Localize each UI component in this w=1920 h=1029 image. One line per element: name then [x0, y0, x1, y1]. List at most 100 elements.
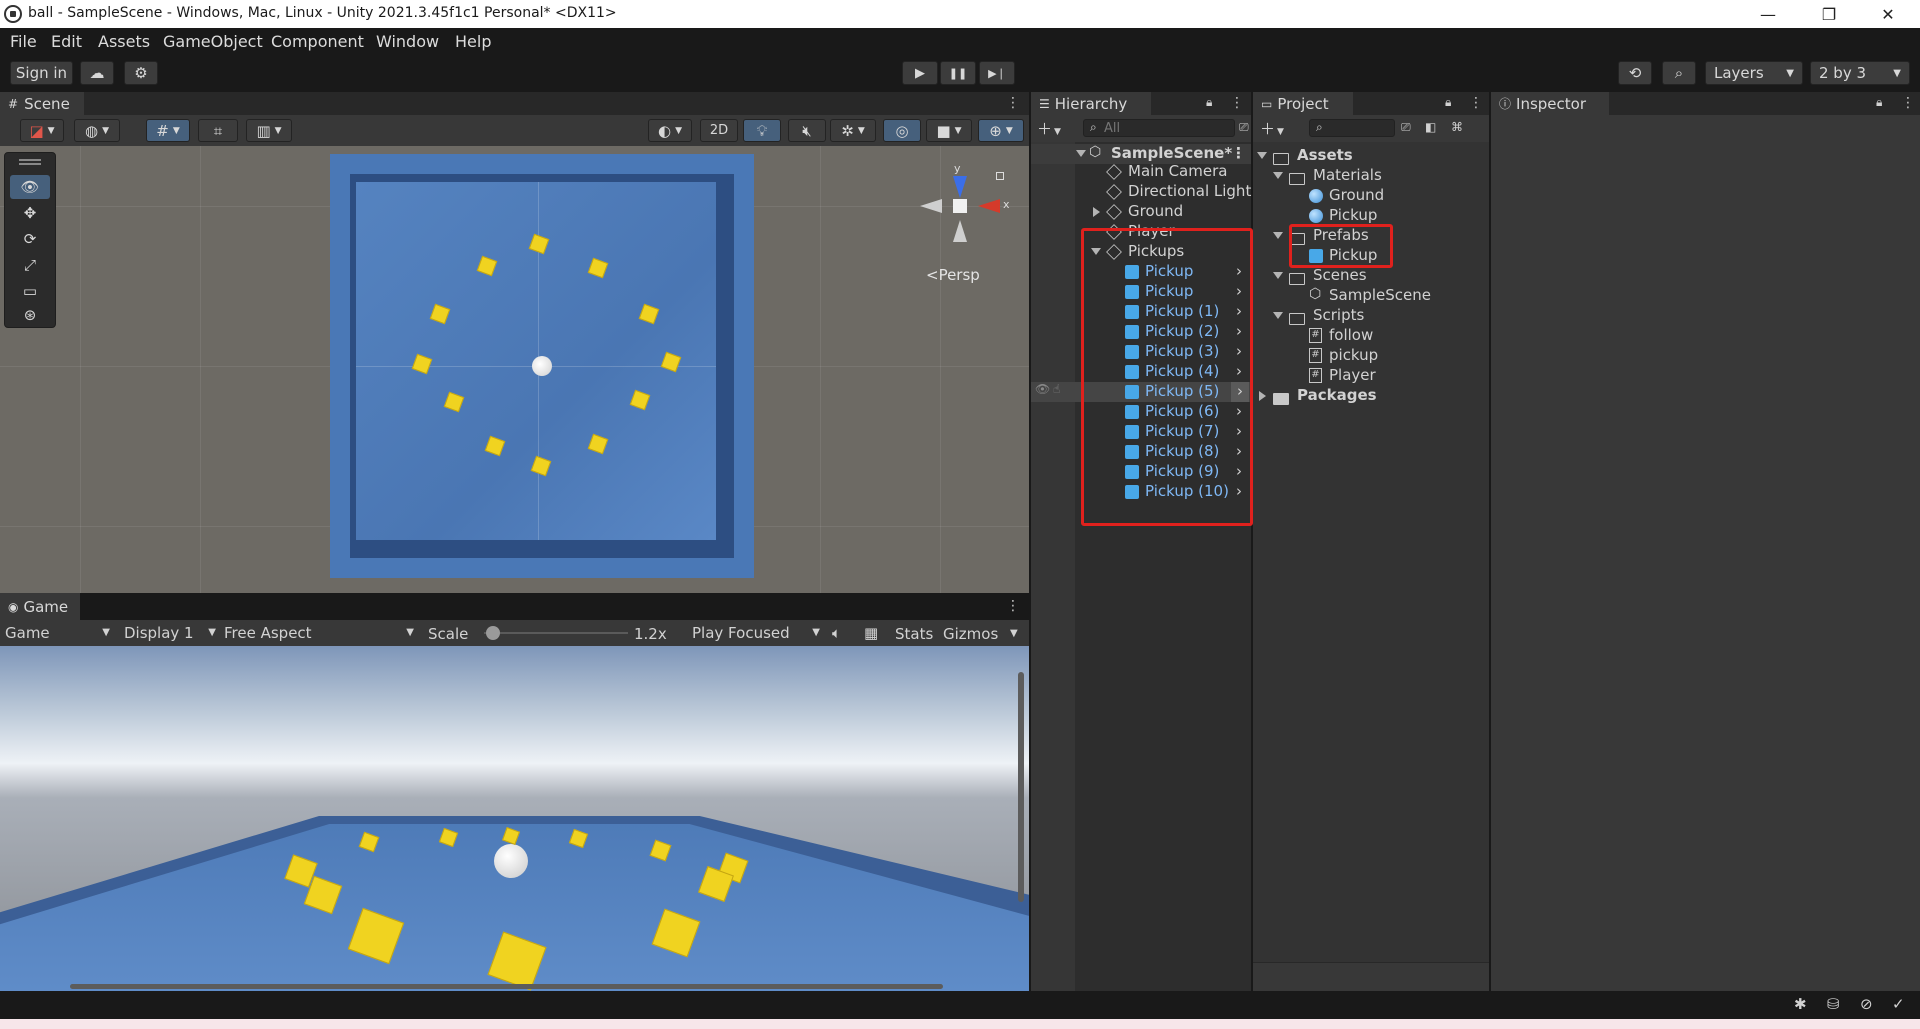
menu-assets[interactable]: Assets — [98, 32, 150, 51]
step-button[interactable]: ▶❘ — [979, 61, 1015, 85]
orientation-gizmo[interactable]: y x — [920, 162, 1020, 262]
minimize-button[interactable]: — — [1740, 0, 1796, 28]
script-item[interactable]: # pickup — [1253, 346, 1473, 366]
menu-help[interactable]: Help — [455, 32, 491, 51]
hidden-objects-toggle[interactable]: ◎ — [883, 119, 921, 142]
history-button[interactable]: ⟲ — [1618, 61, 1652, 85]
scene-row[interactable]: ⬡ SampleScene* ⋮ — [1031, 144, 1251, 164]
keyboard-button[interactable]: ▦ — [864, 624, 878, 642]
cache-icon[interactable]: ⛁ — [1827, 995, 1840, 1013]
effects-dropdown[interactable]: ✲ ▼ — [830, 119, 876, 142]
filter-label-icon[interactable]: ⌘ — [1451, 120, 1463, 134]
menu-edit[interactable]: Edit — [51, 32, 82, 51]
display-select[interactable]: Display 1 ▼ — [124, 624, 216, 644]
gizmo-neg-x-arrow[interactable] — [920, 199, 942, 213]
expand-icon[interactable] — [1093, 207, 1100, 217]
grid-visibility-dropdown[interactable]: ▥ ▼ — [246, 119, 292, 142]
create-button[interactable]: ＋ ▼ — [1037, 118, 1061, 139]
drag-handle-icon[interactable] — [19, 159, 41, 161]
view-tool-button[interactable]: 👁︎ — [10, 175, 50, 199]
pick-icon[interactable]: ☝︎ — [1053, 382, 1060, 396]
gizmo-neg-y-arrow[interactable] — [953, 220, 967, 242]
eye-icon[interactable]: 👁︎ — [1035, 382, 1050, 396]
move-tool-button[interactable]: ✥ — [10, 201, 50, 225]
2d-toggle[interactable]: 2D — [700, 119, 738, 142]
gizmo-y-arrow[interactable] — [953, 176, 967, 198]
check-icon[interactable]: ✓ — [1892, 995, 1905, 1013]
hierarchy-search-field[interactable]: ⌕ — [1083, 119, 1235, 137]
perspective-label[interactable]: <Persp — [926, 266, 980, 284]
folder-scripts[interactable]: Scripts — [1253, 306, 1473, 326]
expand-icon[interactable] — [1273, 172, 1283, 179]
layout-dropdown[interactable]: 2 by 3 ▼ — [1810, 61, 1910, 85]
folder-materials[interactable]: Materials — [1253, 166, 1473, 186]
menu-window[interactable]: Window — [376, 32, 439, 51]
scale-slider-thumb[interactable] — [485, 626, 500, 640]
global-dropdown[interactable]: ◍ ▼ — [74, 119, 120, 142]
expand-icon[interactable] — [1273, 312, 1283, 319]
search-options-icon[interactable]: ⎚ — [1239, 120, 1249, 135]
sign-in-button[interactable]: Sign in — [10, 61, 73, 85]
pause-button[interactable]: ❚❚ — [940, 61, 976, 85]
lighting-toggle[interactable]: 💡︎ — [743, 119, 781, 142]
inspector-menu-icon[interactable]: ⋮ — [1901, 95, 1915, 111]
expand-icon[interactable] — [1259, 391, 1266, 401]
hierarchy-item[interactable]: Main Camera — [1031, 162, 1251, 182]
layers-dropdown[interactable]: Layers ▼ — [1705, 61, 1803, 85]
gizmo-x-arrow[interactable] — [978, 199, 1000, 213]
expand-icon[interactable] — [1273, 232, 1283, 239]
audio-toggle[interactable]: 🔇︎ — [788, 119, 826, 142]
lock-icon[interactable] — [996, 172, 1004, 180]
scene-menu-icon[interactable]: ⋮ — [1231, 144, 1246, 162]
camera-dropdown[interactable]: ■ ▼ — [926, 119, 972, 142]
hierarchy-search-input[interactable] — [1104, 120, 1224, 136]
search-options-icon[interactable]: ⎚ — [1401, 120, 1411, 135]
game-viewport[interactable] — [0, 646, 1029, 991]
scale-tool-button[interactable]: ⤢ — [10, 253, 50, 277]
aspect-select[interactable]: Free Aspect ▼ — [224, 624, 414, 644]
cloud-button[interactable]: ☁ — [80, 61, 114, 85]
collab-button[interactable]: ⚙ — [124, 61, 158, 85]
hierarchy-item[interactable]: Directional Light — [1031, 182, 1251, 202]
play-focus-select[interactable]: Play Focused ▼ — [692, 624, 820, 644]
lock-icon[interactable]: 🔒︎ — [1876, 95, 1882, 110]
game-menu-icon[interactable]: ⋮ — [1006, 598, 1020, 614]
tab-inspector[interactable]: ⓘ Inspector — [1491, 92, 1609, 115]
audio-mute-button[interactable]: 🔈︎ — [832, 624, 841, 642]
project-search-field[interactable]: ⌕ — [1309, 119, 1395, 137]
gizmos-button[interactable]: Gizmos — [943, 625, 998, 643]
scene-menu-icon[interactable]: ⋮ — [1006, 95, 1020, 111]
script-item[interactable]: # follow — [1253, 326, 1473, 346]
tab-project[interactable]: ▭ Project — [1253, 92, 1353, 115]
gizmo-center-cube[interactable] — [953, 199, 967, 213]
folder-packages[interactable]: Packages — [1253, 386, 1473, 406]
expand-icon[interactable] — [1076, 150, 1086, 157]
chevron-down-icon[interactable]: ▼ — [1010, 625, 1018, 639]
restore-button[interactable]: ❐ — [1801, 0, 1857, 28]
script-item[interactable]: # Player — [1253, 366, 1473, 386]
close-button[interactable]: ✕ — [1860, 0, 1916, 28]
horizontal-scrollbar[interactable] — [70, 984, 943, 989]
hierarchy-menu-icon[interactable]: ⋮ — [1230, 95, 1244, 111]
search-button[interactable]: ⌕ — [1662, 61, 1696, 85]
expand-icon[interactable] — [1257, 152, 1267, 159]
increment-snap-toggle[interactable]: ⌗ — [198, 119, 238, 142]
create-asset-button[interactable]: ＋ ▼ — [1260, 118, 1284, 139]
grid-snap-toggle[interactable]: # ▼ — [146, 119, 190, 142]
menu-gameobject[interactable]: GameObject — [163, 32, 263, 51]
folder-scenes[interactable]: Scenes — [1253, 266, 1473, 286]
rect-tool-button[interactable]: ▭ — [10, 279, 50, 303]
debug-icon[interactable]: ✱ — [1794, 995, 1807, 1013]
expand-icon[interactable] — [1273, 272, 1283, 279]
vertical-scrollbar[interactable] — [1018, 672, 1024, 902]
scene-asset-item[interactable]: ⬡ SampleScene — [1253, 286, 1473, 306]
menu-component[interactable]: Component — [271, 32, 364, 51]
tab-scene[interactable]: # Scene — [0, 92, 84, 115]
folder-assets[interactable]: Assets — [1253, 146, 1473, 166]
tab-game[interactable]: ◉ Game — [0, 593, 80, 620]
view-select[interactable]: Game ▼ — [5, 624, 110, 644]
transform-tool-button[interactable]: ⊛ — [10, 303, 50, 327]
play-button[interactable]: ▶ — [902, 61, 938, 85]
material-item[interactable]: Pickup — [1253, 206, 1473, 226]
network-icon[interactable]: ⊘ — [1860, 995, 1873, 1013]
